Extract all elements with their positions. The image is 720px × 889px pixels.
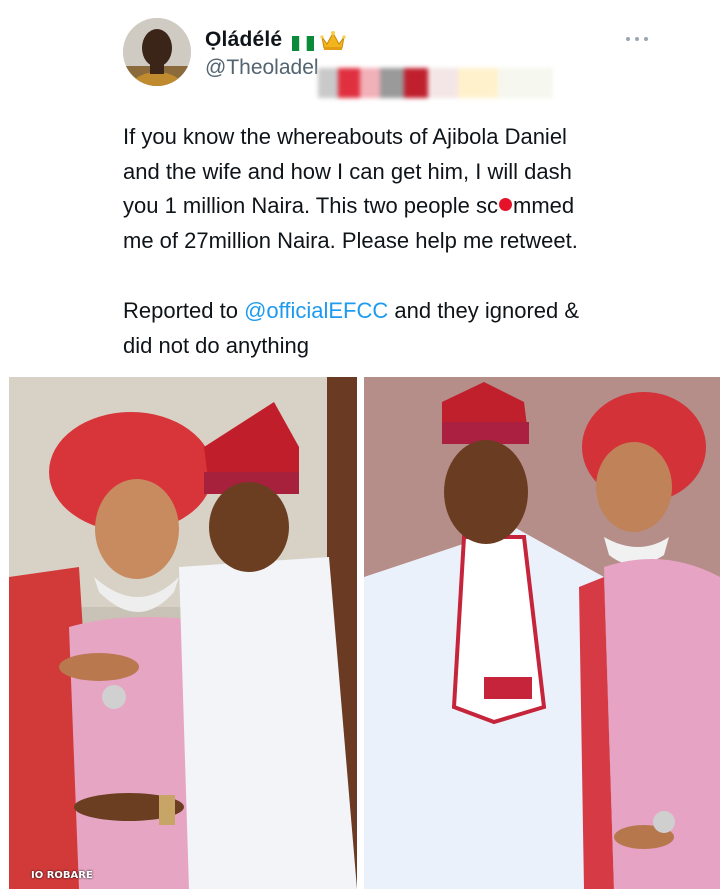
report-prefix: Reported to bbox=[123, 298, 245, 323]
crown-icon bbox=[320, 29, 346, 51]
tweet-header: Ọládélé @Theoladel bbox=[0, 0, 720, 100]
tweet-report-line: Reported to @officialEFCC and they ignor… bbox=[123, 294, 683, 363]
efcc-mention-link[interactable]: @officialEFCC bbox=[244, 298, 388, 323]
more-horizontal-icon[interactable] bbox=[626, 35, 650, 43]
media-photo-right[interactable] bbox=[364, 377, 720, 889]
redaction-blur bbox=[318, 68, 553, 98]
photo-watermark: IO ROBARE bbox=[31, 870, 93, 881]
red-dot-marker bbox=[499, 198, 512, 211]
user-handle[interactable]: @Theoladel bbox=[205, 56, 319, 80]
avatar[interactable] bbox=[123, 18, 191, 86]
display-name[interactable]: Ọládélé bbox=[205, 28, 346, 52]
display-name-text: Ọládélé bbox=[205, 28, 283, 51]
tweet-body: If you know the whereabouts of Ajibola D… bbox=[123, 120, 683, 258]
nigeria-flag-icon bbox=[292, 33, 315, 51]
media-photo-left[interactable]: IO ROBARE bbox=[9, 377, 357, 889]
